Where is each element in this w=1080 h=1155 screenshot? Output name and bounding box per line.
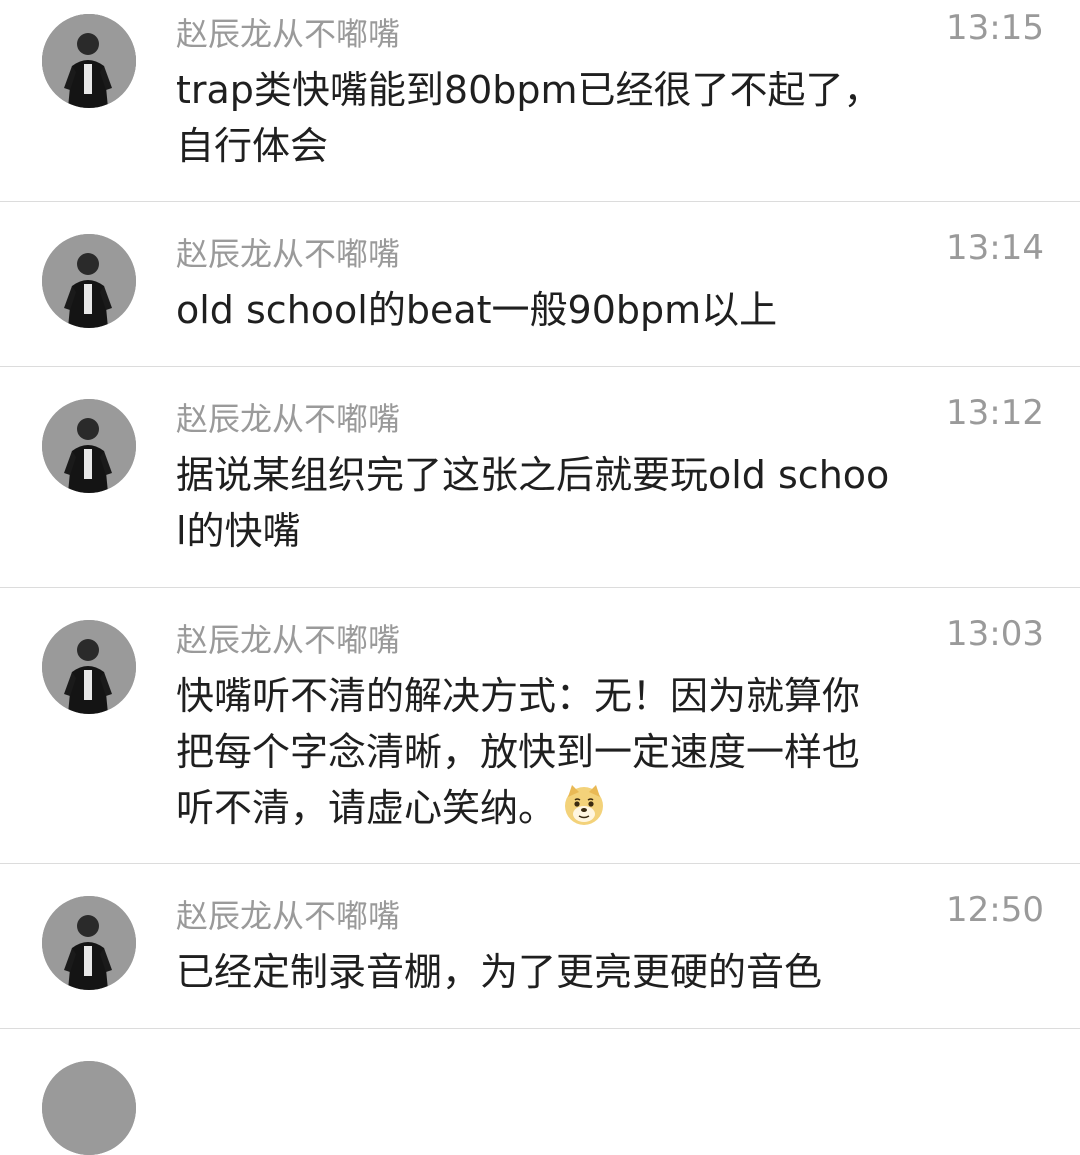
avatar[interactable] [42, 399, 136, 493]
user-avatar-icon [42, 896, 136, 990]
avatar[interactable] [42, 620, 136, 714]
comment-item[interactable]: 赵辰龙从不嘟嘴 13:03 快嘴听不清的解决方式：无！因为就算你把每个字念清晰，… [0, 588, 1080, 864]
comment-text: 快嘴听不清的解决方式：无！因为就算你把每个字念清晰，放快到一定速度一样也听不清，… [176, 674, 861, 830]
comment-author[interactable]: 赵辰龙从不嘟嘴 [176, 399, 400, 439]
comment-author[interactable]: 赵辰龙从不嘟嘴 [176, 620, 400, 660]
comment-author[interactable]: 赵辰龙从不嘟嘴 [176, 14, 400, 54]
comment-time: 12:50 [946, 890, 1044, 930]
comment-text: 已经定制录音棚，为了更亮更硬的音色 [176, 950, 823, 994]
user-avatar-icon [42, 1061, 136, 1155]
comment-time: 13:14 [946, 228, 1044, 268]
avatar[interactable] [42, 234, 136, 328]
avatar[interactable] [42, 896, 136, 990]
user-avatar-icon [42, 234, 136, 328]
comment-item[interactable]: 赵辰龙从不嘟嘴 13:14 old school的beat一般90bpm以上 [0, 202, 1080, 367]
avatar[interactable] [42, 1061, 136, 1155]
avatar[interactable] [42, 14, 136, 108]
comment-text-block: 快嘴听不清的解决方式：无！因为就算你把每个字念清晰，放快到一定速度一样也听不清，… [176, 668, 896, 836]
comment-text: trap类快嘴能到80bpm已经很了不起了，自行体会 [176, 68, 882, 168]
comment-text: 据说某组织完了这张之后就要玩old school的快嘴 [176, 453, 890, 553]
comment-item[interactable]: 赵辰龙从不嘟嘴 13:15 trap类快嘴能到80bpm已经很了不起了，自行体会 [0, 0, 1080, 202]
comment-time: 13:12 [946, 393, 1044, 433]
comment-author[interactable]: 赵辰龙从不嘟嘴 [176, 896, 400, 936]
user-avatar-icon [42, 620, 136, 714]
comment-item[interactable]: 赵辰龙从不嘟嘴 13:12 据说某组织完了这张之后就要玩old school的快… [0, 367, 1080, 588]
comment-time: 13:15 [946, 8, 1044, 48]
comment-list: 赵辰龙从不嘟嘴 13:15 trap类快嘴能到80bpm已经很了不起了，自行体会… [0, 0, 1080, 1155]
user-avatar-icon [42, 14, 136, 108]
comment-item[interactable]: 赵辰龙从不嘟嘴 12:50 已经定制录音棚，为了更亮更硬的音色 [0, 864, 1080, 1029]
user-avatar-icon [42, 399, 136, 493]
comment-author[interactable]: 赵辰龙从不嘟嘴 [176, 234, 400, 274]
comment-item[interactable] [0, 1029, 1080, 1155]
comment-time: 13:03 [946, 614, 1044, 654]
doge-emoji-icon [565, 785, 604, 825]
comment-text: old school的beat一般90bpm以上 [176, 288, 778, 332]
